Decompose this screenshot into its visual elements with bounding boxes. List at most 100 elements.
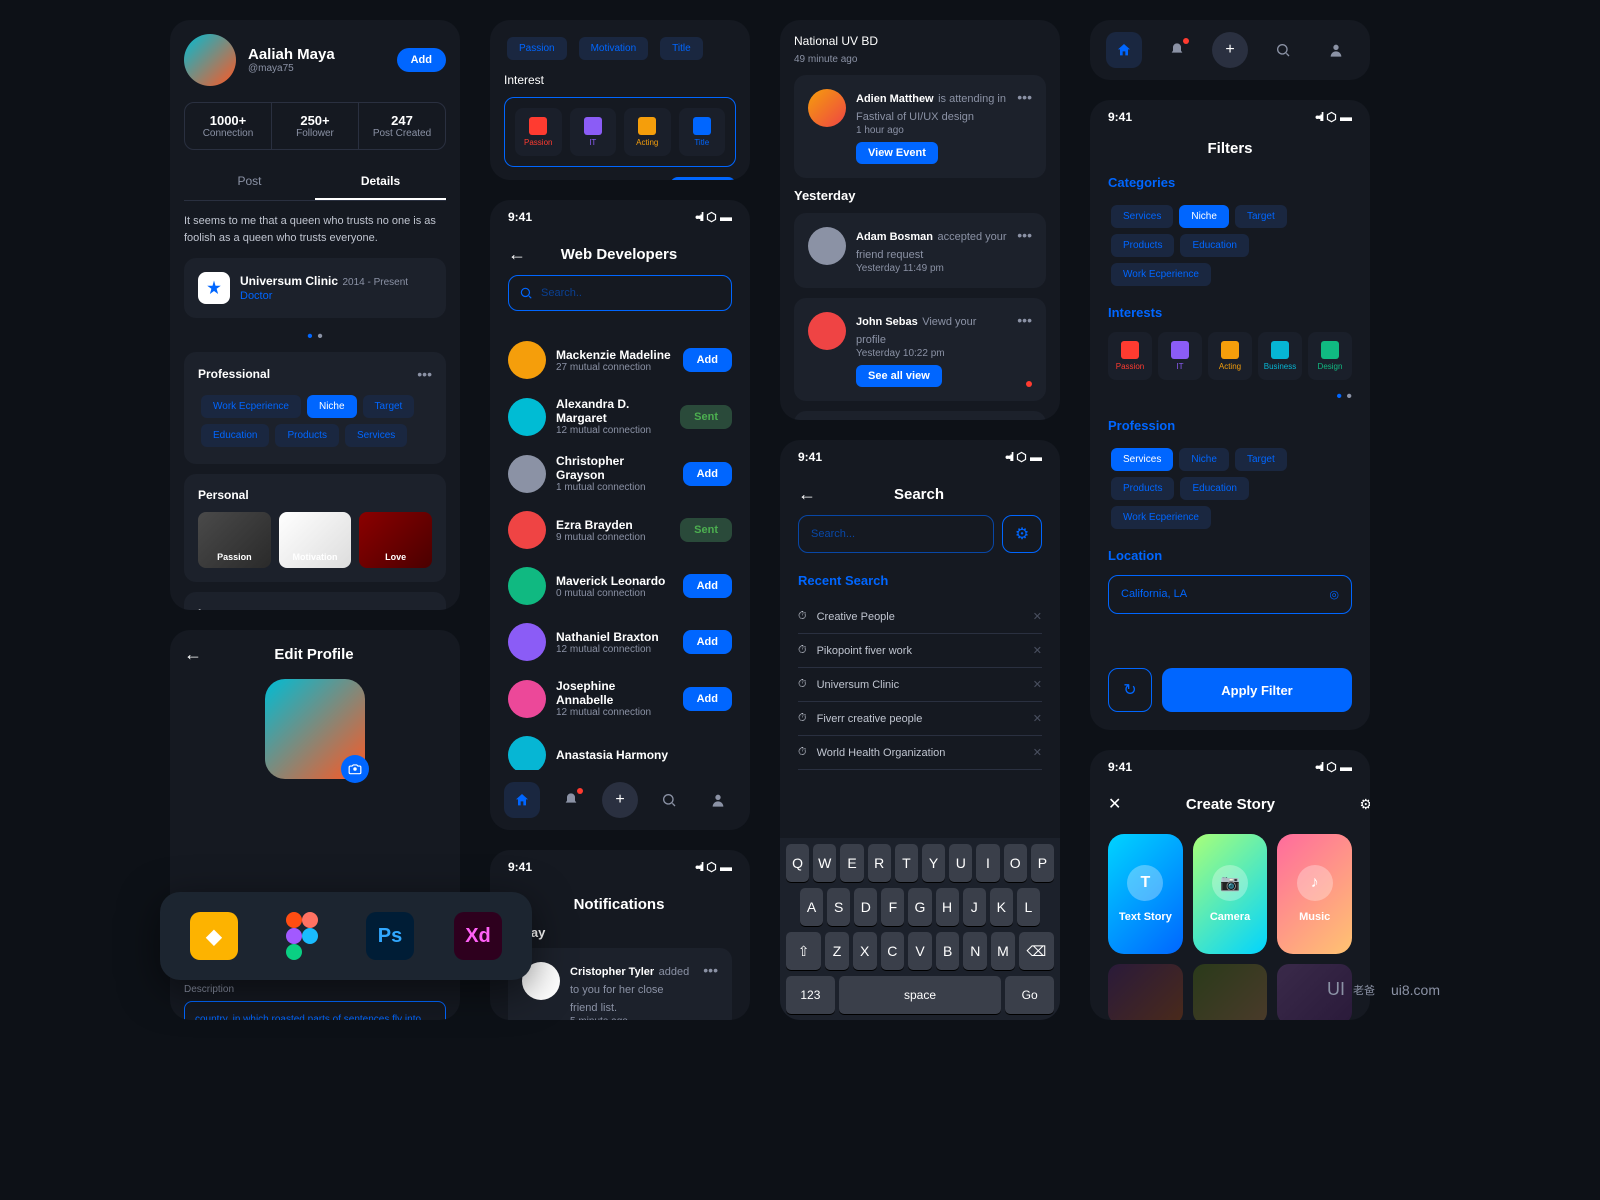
chip[interactable]: Title	[660, 37, 703, 60]
filter-icon[interactable]: ⚙	[1002, 515, 1042, 553]
interest-chip[interactable]: Acting	[624, 108, 671, 156]
interest-chip[interactable]: Passion	[1108, 332, 1152, 380]
key[interactable]: X	[853, 932, 877, 970]
remove-icon[interactable]: ✕	[1033, 644, 1042, 657]
tag[interactable]: Niche	[1179, 448, 1229, 471]
description-field[interactable]: country, in which roasted parts of sente…	[184, 1001, 446, 1020]
camera-icon[interactable]	[341, 755, 369, 783]
nav-add[interactable]: +	[602, 782, 638, 818]
interest-chip[interactable]: Passion	[515, 108, 562, 156]
tag[interactable]: Work Ecperience	[201, 395, 301, 418]
key[interactable]: N	[963, 932, 987, 970]
key[interactable]: D	[854, 888, 877, 926]
personal-card[interactable]: Passion	[198, 512, 271, 568]
story-thumb[interactable]	[1193, 964, 1268, 1020]
remove-icon[interactable]: ✕	[1033, 678, 1042, 691]
nav-notifications[interactable]	[553, 782, 589, 818]
key[interactable]: H	[936, 888, 959, 926]
story-card[interactable]: TText Story	[1108, 834, 1183, 954]
nav-add[interactable]: +	[1212, 32, 1248, 68]
remove-icon[interactable]: ✕	[1033, 610, 1042, 623]
key[interactable]: J	[963, 888, 986, 926]
tag[interactable]: Education	[1180, 234, 1248, 257]
recent-item[interactable]: Pikopoint fiver work	[817, 645, 1023, 657]
recent-item[interactable]: Creative People	[817, 611, 1023, 623]
view-event-button[interactable]: View Event	[856, 142, 938, 164]
remove-icon[interactable]: ✕	[1033, 712, 1042, 725]
tag[interactable]: Work Ecperience	[1111, 506, 1211, 529]
tag[interactable]: Products	[1111, 477, 1174, 500]
add-button[interactable]: Add	[683, 630, 732, 654]
key[interactable]: F	[881, 888, 904, 926]
chip[interactable]: Passion	[507, 37, 567, 60]
location-field[interactable]: California, LA◎	[1108, 575, 1352, 614]
story-thumb[interactable]	[1108, 964, 1183, 1020]
save-button[interactable]: Save	[670, 177, 736, 180]
search-input[interactable]: Search...	[798, 515, 994, 553]
nav-search[interactable]	[1265, 32, 1301, 68]
remove-icon[interactable]: ✕	[1033, 746, 1042, 759]
story-card[interactable]: 📷Camera	[1193, 834, 1268, 954]
space-key[interactable]: space	[839, 976, 1002, 1014]
nav-home[interactable]	[1106, 32, 1142, 68]
key[interactable]: B	[936, 932, 960, 970]
key[interactable]: V	[908, 932, 932, 970]
key[interactable]: Z	[825, 932, 849, 970]
interest-chip[interactable]: Title	[679, 108, 726, 156]
more-icon[interactable]: •••	[703, 962, 718, 978]
personal-card[interactable]: Love	[359, 512, 432, 568]
key[interactable]: U	[949, 844, 972, 882]
close-icon[interactable]: ✕	[1108, 794, 1121, 814]
add-button[interactable]: Add	[683, 574, 732, 598]
key[interactable]: A	[800, 888, 823, 926]
tag[interactable]: Education	[201, 424, 269, 447]
tag[interactable]: Products	[1111, 234, 1174, 257]
more-icon[interactable]: •••	[1017, 227, 1032, 243]
action-button[interactable]: See all view	[856, 365, 942, 387]
add-button[interactable]: Add	[683, 348, 732, 372]
tab-details[interactable]: Details	[315, 164, 446, 200]
key[interactable]: K	[990, 888, 1013, 926]
key[interactable]: C	[881, 932, 905, 970]
key[interactable]: L	[1017, 888, 1040, 926]
interest-chip[interactable]: Business	[1258, 332, 1302, 380]
tag[interactable]: Target	[363, 395, 415, 418]
personal-card[interactable]: Motivation	[279, 512, 352, 568]
interest-chip[interactable]: IT	[570, 108, 617, 156]
tag[interactable]: Niche	[307, 395, 357, 418]
recent-item[interactable]: Universum Clinic	[817, 679, 1023, 691]
apply-filter-button[interactable]: Apply Filter	[1162, 668, 1352, 712]
key[interactable]: E	[840, 844, 863, 882]
key[interactable]: I	[976, 844, 999, 882]
more-icon[interactable]: •••	[417, 366, 432, 382]
interest-chip[interactable]: Acting	[1208, 332, 1252, 380]
key[interactable]: O	[1004, 844, 1027, 882]
key[interactable]: P	[1031, 844, 1054, 882]
add-button[interactable]: Add	[683, 462, 732, 486]
nav-profile[interactable]	[700, 782, 736, 818]
tag[interactable]: Services	[1111, 448, 1173, 471]
sent-button[interactable]: Sent	[680, 405, 732, 429]
go-key[interactable]: Go	[1005, 976, 1054, 1014]
back-icon[interactable]: ←	[798, 484, 816, 505]
tag[interactable]: Products	[275, 424, 338, 447]
gear-icon[interactable]: ⚙	[1359, 796, 1370, 813]
more-icon[interactable]: •••	[417, 606, 432, 610]
reset-button[interactable]: ↻	[1108, 668, 1152, 712]
recent-item[interactable]: World Health Organization	[817, 747, 1023, 759]
more-icon[interactable]: •••	[1017, 89, 1032, 105]
key[interactable]: Y	[922, 844, 945, 882]
back-icon[interactable]: ←	[184, 644, 202, 665]
key[interactable]: W	[813, 844, 836, 882]
story-card[interactable]: ♪Music	[1277, 834, 1352, 954]
key[interactable]: R	[868, 844, 891, 882]
more-icon[interactable]: •••	[1017, 312, 1032, 328]
interest-chip[interactable]: Design	[1308, 332, 1352, 380]
back-icon[interactable]: ←	[508, 244, 526, 265]
key[interactable]: S	[827, 888, 850, 926]
add-button[interactable]: Add	[397, 48, 446, 72]
nav-search[interactable]	[651, 782, 687, 818]
tab-post[interactable]: Post	[184, 164, 315, 200]
tag[interactable]: Work Ecperience	[1111, 263, 1211, 286]
tag[interactable]: Services	[1111, 205, 1173, 228]
